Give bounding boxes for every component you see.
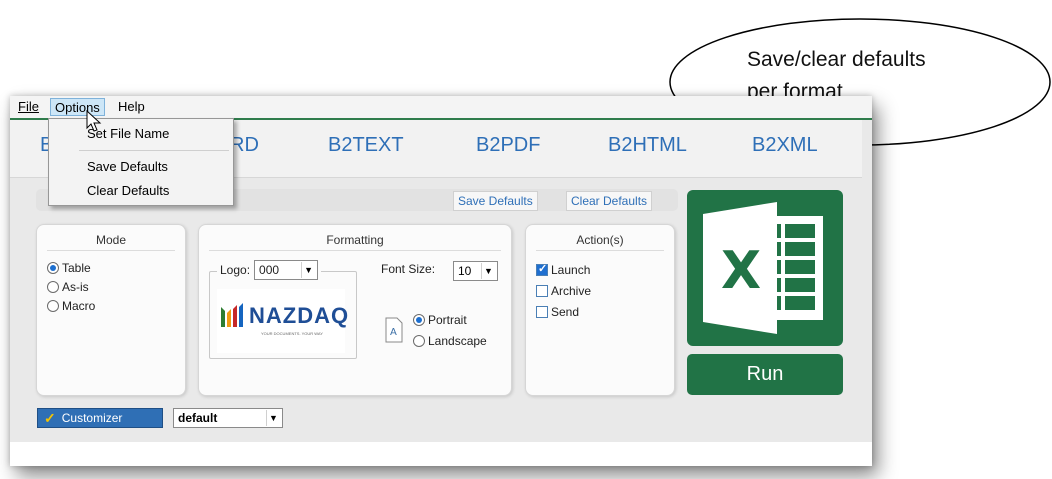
action-label: Send [551, 305, 580, 319]
menubar: File Options Help [10, 96, 872, 118]
clear-defaults-button[interactable]: Clear Defaults [566, 191, 653, 211]
divider [47, 250, 175, 251]
chevron-down-icon[interactable]: ▼ [266, 410, 280, 426]
nazdaq-bars-icon [221, 303, 243, 327]
tab-b2pdf[interactable]: B2PDF [476, 134, 540, 157]
logo-label: Logo: [220, 263, 251, 277]
font-size-select-value: 10 [458, 264, 472, 278]
menu-separator [79, 150, 229, 151]
radio-button[interactable] [47, 262, 59, 274]
action-label: Launch [551, 263, 591, 277]
orientation-label: Landscape [428, 334, 487, 348]
checkbox[interactable] [536, 262, 548, 276]
chevron-down-icon[interactable]: ▼ [301, 262, 315, 278]
checkbox[interactable] [536, 306, 548, 318]
logo-legend: Logo: 000 ▼ [217, 260, 322, 280]
options-dropdown-menu: Set File Name Save Defaults Clear Defaul… [48, 118, 234, 206]
radio-button[interactable] [47, 300, 59, 312]
tab-b2text[interactable]: B2TEXT [328, 134, 404, 157]
action-archive[interactable]: Archive [536, 284, 591, 298]
mode-panel-title: Mode [95, 233, 127, 247]
divider [209, 250, 501, 251]
excel-format-icon[interactable]: X [687, 190, 843, 346]
formatting-panel: Formatting Logo: 000 ▼ NAZDAQ YOUR DOCUM… [198, 224, 512, 396]
actions-panel: Action(s) Launch Archive Send [525, 224, 675, 396]
actions-panel-title: Action(s) [576, 233, 624, 247]
customizer-button[interactable]: ✓ Customizer [37, 408, 163, 428]
orientation-landscape[interactable]: Landscape [413, 334, 487, 348]
callout-line-1: Save/clear defaults [747, 48, 926, 71]
mode-option-table[interactable]: Table [47, 261, 91, 275]
svg-text:A: A [390, 327, 397, 338]
logo-select[interactable]: 000 ▼ [254, 260, 319, 280]
font-size-label: Font Size: [381, 262, 436, 276]
mode-option-label: Table [62, 261, 91, 275]
mode-option-label: As-is [62, 280, 89, 294]
nazdaq-wordmark: NAZDAQ [249, 303, 350, 328]
page-orientation-icon: A [385, 317, 403, 343]
tab-b2html[interactable]: B2HTML [608, 134, 687, 157]
menu-file[interactable]: File [14, 98, 43, 116]
mode-panel: Mode Table As-is Macro [36, 224, 186, 396]
mouse-cursor-icon [86, 110, 102, 132]
run-button[interactable]: Run [687, 354, 843, 395]
save-defaults-button[interactable]: Save Defaults [453, 191, 538, 211]
checkbox[interactable] [536, 285, 548, 297]
nazdaq-tagline: YOUR DOCUMENTS. YOUR WAY [261, 331, 323, 336]
action-send[interactable]: Send [536, 305, 579, 319]
radio-button[interactable] [413, 314, 425, 326]
menu-item-save-defaults[interactable]: Save Defaults [87, 159, 168, 174]
mode-option-label: Macro [62, 299, 96, 313]
mode-option-macro[interactable]: Macro [47, 299, 95, 313]
orientation-label: Portrait [428, 313, 467, 327]
tab-b2xml[interactable]: B2XML [752, 134, 818, 157]
excel-icon: X [703, 202, 823, 334]
divider [536, 250, 664, 251]
profile-select[interactable]: default ▼ [173, 408, 283, 428]
radio-button[interactable] [413, 335, 425, 347]
nazdaq-logo: NAZDAQ YOUR DOCUMENTS. YOUR WAY [217, 289, 348, 353]
font-size-select[interactable]: 10 ▼ [453, 261, 498, 281]
menu-item-clear-defaults[interactable]: Clear Defaults [87, 183, 169, 198]
action-label: Archive [551, 284, 592, 298]
action-launch[interactable]: Launch [536, 262, 591, 277]
tab-b2word-visible[interactable]: RD [230, 134, 259, 157]
mode-option-asis[interactable]: As-is [47, 280, 89, 294]
logo-select-value: 000 [259, 263, 280, 277]
chevron-down-icon[interactable]: ▼ [481, 263, 495, 279]
customizer-label: Customizer [61, 411, 123, 425]
excel-letter: X [721, 241, 761, 301]
formatting-panel-title: Formatting [326, 233, 384, 247]
orientation-portrait[interactable]: Portrait [413, 313, 467, 327]
screenshot-stage: Save/clear defaults per format File Opti… [0, 0, 1052, 479]
menu-help[interactable]: Help [114, 98, 149, 116]
checkmark-icon: ✓ [44, 409, 56, 426]
profile-select-value: default [178, 411, 218, 425]
radio-button[interactable] [47, 281, 59, 293]
